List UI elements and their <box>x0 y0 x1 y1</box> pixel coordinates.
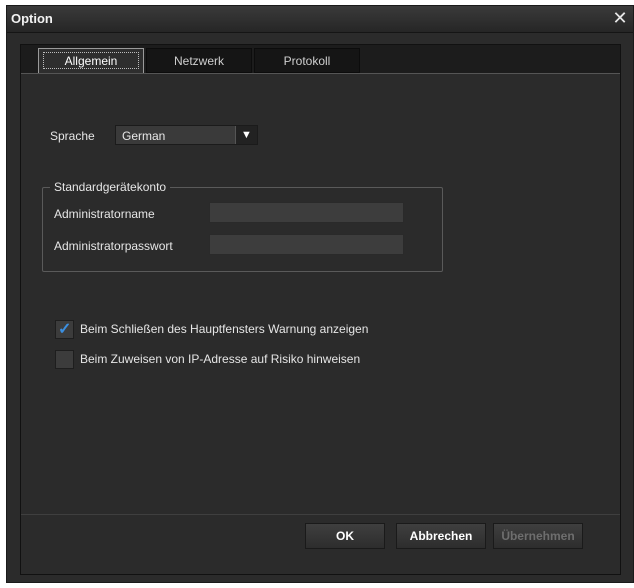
tab-netzwerk[interactable]: Netzwerk <box>146 48 252 73</box>
admin-password-input[interactable] <box>209 234 404 255</box>
ip-risk-checkbox[interactable] <box>55 350 74 369</box>
language-label: Sprache <box>50 129 95 143</box>
tab-label: Protokoll <box>283 54 331 68</box>
language-value: German <box>122 129 166 143</box>
window-title: Option <box>11 11 53 26</box>
tab-allgemein[interactable]: Allgemein <box>38 48 144 73</box>
checkmark-icon: ✓ <box>58 321 72 338</box>
warn-on-close-checkbox[interactable]: ✓ <box>55 320 74 339</box>
admin-name-input[interactable] <box>209 202 404 223</box>
title-bar[interactable]: Option ✕ <box>7 6 633 33</box>
default-account-group: Standardgerätekonto Administratorname Ad… <box>42 180 443 272</box>
close-icon[interactable]: ✕ <box>609 7 631 29</box>
admin-password-label: Administratorpasswort <box>54 239 173 253</box>
button-separator <box>21 514 620 515</box>
focus-rectangle <box>43 52 139 69</box>
tab-strip: Allgemein Netzwerk Protokoll <box>21 45 620 73</box>
apply-button[interactable]: Übernehmen <box>493 523 583 549</box>
language-select[interactable]: German ▼ <box>115 125 258 145</box>
option-dialog: Option ✕ Allgemein Netzwerk Protokoll Sp… <box>6 5 634 583</box>
tab-label: Netzwerk <box>173 54 224 68</box>
admin-name-label: Administratorname <box>54 207 155 221</box>
group-title: Standardgerätekonto <box>50 180 171 194</box>
dropdown-arrow-icon[interactable]: ▼ <box>235 126 257 144</box>
ip-risk-label[interactable]: Beim Zuweisen von IP-Adresse auf Risiko … <box>80 352 360 366</box>
options-panel: Allgemein Netzwerk Protokoll Sprache Ger… <box>20 44 621 575</box>
cancel-button[interactable]: Abbrechen <box>396 523 486 549</box>
warn-on-close-label[interactable]: Beim Schließen des Hauptfensters Warnung… <box>80 322 368 336</box>
tab-protokoll[interactable]: Protokoll <box>254 48 360 73</box>
ok-button[interactable]: OK <box>305 523 385 549</box>
general-tab-content: Sprache German ▼ Standardgerätekonto Adm… <box>21 74 620 574</box>
